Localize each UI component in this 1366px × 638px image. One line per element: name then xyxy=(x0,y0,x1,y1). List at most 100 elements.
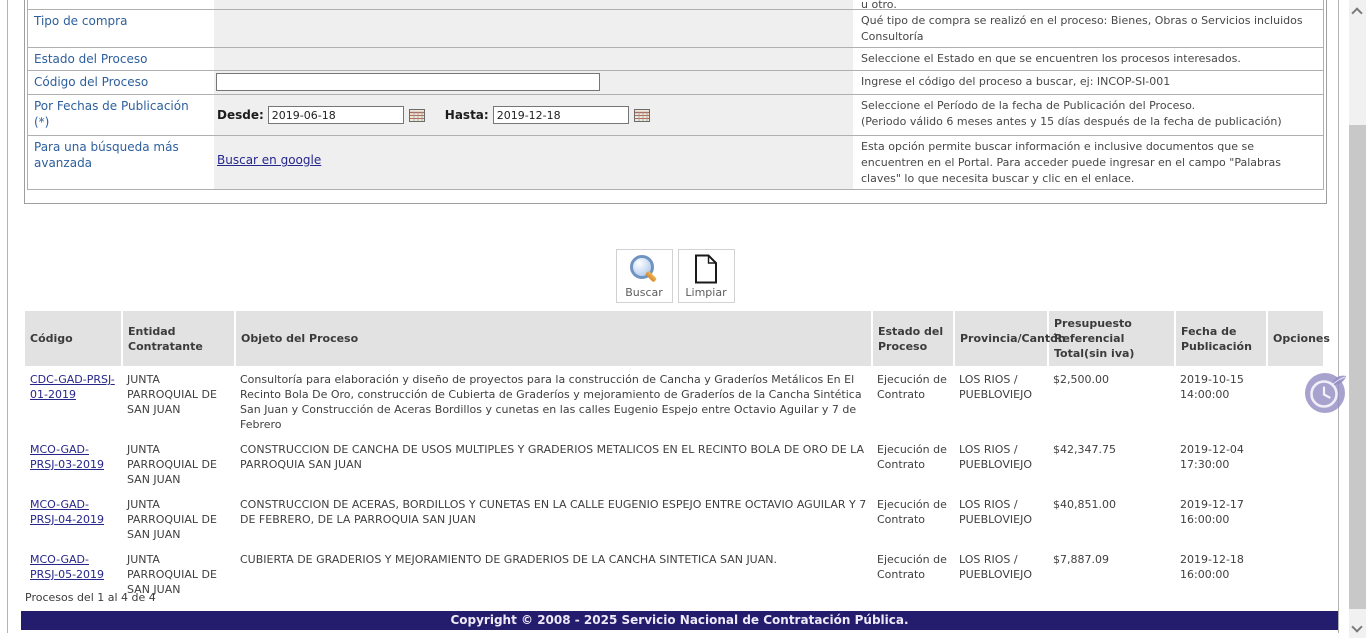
search-icon xyxy=(629,254,659,284)
scroll-up-icon[interactable] xyxy=(1353,7,1361,15)
cell-codigo: CDC-GAD-PRSJ-01-2019 xyxy=(25,366,122,436)
cell-presupuesto: $42,347.75 xyxy=(1048,436,1175,491)
process-link[interactable]: MCO-GAD-PRSJ-04-2019 xyxy=(30,498,104,526)
google-search-link[interactable]: Buscar en google xyxy=(217,153,321,167)
search-form-table: u otro. Tipo de compra Qué tipo de compr… xyxy=(27,0,1324,190)
cell-provincia: LOS RIOS / PUEBLOVIEJO xyxy=(954,436,1048,491)
header-provincia: Provincia/Cantón xyxy=(954,311,1048,366)
results-summary: Procesos del 1 al 4 de 4 xyxy=(25,591,156,604)
results-table: Código Entidad Contratante Objeto del Pr… xyxy=(25,311,1323,601)
form-label-fechas: Por Fechas de Publicación (*) xyxy=(28,95,214,135)
cell-entidad: JUNTA PARROQUIAL DE SAN JUAN xyxy=(122,491,235,546)
footer-copyright: Copyright © 2008 - 2025 Servicio Naciona… xyxy=(21,611,1338,630)
form-label-cell xyxy=(28,0,214,9)
header-entidad: Entidad Contratante xyxy=(122,311,235,366)
form-row-estado-proceso: Estado del Proceso Seleccione el Estado … xyxy=(28,48,1323,71)
scrollbar-thumb[interactable] xyxy=(1349,125,1366,609)
process-link[interactable]: MCO-GAD-PRSJ-03-2019 xyxy=(30,443,104,471)
process-link[interactable]: CDC-GAD-PRSJ-01-2019 xyxy=(30,373,115,401)
clock-leaf-icon xyxy=(1304,370,1350,416)
form-input-cell-tipo-compra xyxy=(214,10,853,47)
table-row: MCO-GAD-PRSJ-04-2019 JUNTA PARROQUIAL DE… xyxy=(25,491,1323,546)
process-link[interactable]: MCO-GAD-PRSJ-05-2019 xyxy=(30,553,104,581)
cell-codigo: MCO-GAD-PRSJ-04-2019 xyxy=(25,491,122,546)
form-desc-codigo-proceso: Ingrese el código del proceso a buscar, … xyxy=(853,71,1323,94)
session-timer-widget[interactable] xyxy=(1304,370,1350,416)
form-desc-fechas-line2: (Periodo válido 6 meses antes y 15 días … xyxy=(861,114,1315,130)
desde-calendar-icon[interactable] xyxy=(409,109,425,122)
cell-entidad: JUNTA PARROQUIAL DE SAN JUAN xyxy=(122,366,235,436)
cell-estado: Ejecución de Contrato xyxy=(872,436,954,491)
form-label-fechas-suffix: (*) xyxy=(34,115,49,129)
form-row-busqueda-avanzada: Para una búsqueda más avanzada Buscar en… xyxy=(28,136,1323,190)
hasta-calendar-icon[interactable] xyxy=(634,109,650,122)
cell-presupuesto: $2,500.00 xyxy=(1048,366,1175,436)
cell-opciones xyxy=(1267,491,1323,546)
content-right-border xyxy=(1338,0,1339,633)
header-estado: Estado del Proceso xyxy=(872,311,954,366)
cell-presupuesto: $7,887.09 xyxy=(1048,546,1175,601)
procurement-search-page: u otro. Tipo de compra Qué tipo de compr… xyxy=(0,0,1366,638)
desde-label: Desde: xyxy=(217,108,264,122)
limpiar-button-label: Limpiar xyxy=(685,286,726,299)
cell-presupuesto: $40,851.00 xyxy=(1048,491,1175,546)
cell-estado: Ejecución de Contrato xyxy=(872,491,954,546)
form-desc-fechas-line1: Seleccione el Período de la fecha de Pub… xyxy=(861,98,1315,114)
form-desc-fechas: Seleccione el Período de la fecha de Pub… xyxy=(853,95,1323,135)
form-input-cell-estado-proceso xyxy=(214,48,853,70)
hasta-date-input[interactable] xyxy=(493,106,629,124)
form-input-cell-fechas: Desde: xyxy=(214,95,853,135)
process-code-input[interactable] xyxy=(216,73,600,91)
form-label-fechas-text: Por Fechas de Publicación xyxy=(34,99,189,113)
cell-entidad: JUNTA PARROQUIAL DE SAN JUAN xyxy=(122,436,235,491)
table-row: MCO-GAD-PRSJ-05-2019 JUNTA PARROQUIAL DE… xyxy=(25,546,1323,601)
vertical-scrollbar[interactable] xyxy=(1349,0,1366,638)
form-input-cell xyxy=(214,0,853,9)
content-left-border xyxy=(7,0,8,633)
cell-fecha: 2019-12-17 16:00:00 xyxy=(1175,491,1267,546)
cell-opciones xyxy=(1267,436,1323,491)
form-label-busqueda-avanzada: Para una búsqueda más avanzada xyxy=(28,136,214,189)
cell-objeto: CUBIERTA DE GRADERIOS Y MEJORAMIENTO DE … xyxy=(235,546,872,601)
table-row: CDC-GAD-PRSJ-01-2019 JUNTA PARROQUIAL DE… xyxy=(25,366,1323,436)
search-form-panel: u otro. Tipo de compra Qué tipo de compr… xyxy=(24,0,1327,204)
buscar-button[interactable]: Buscar xyxy=(616,249,673,303)
cell-provincia: LOS RIOS / PUEBLOVIEJO xyxy=(954,366,1048,436)
cell-provincia: LOS RIOS / PUEBLOVIEJO xyxy=(954,546,1048,601)
date-range-bar: Desde: xyxy=(214,95,853,135)
form-row-codigo-proceso: Código del Proceso Ingrese el código del… xyxy=(28,71,1323,95)
form-desc-busqueda-avanzada: Esta opción permite buscar información e… xyxy=(853,136,1323,189)
form-desc-tipo-compra: Qué tipo de compra se realizó en el proc… xyxy=(853,10,1323,47)
cell-objeto: Consultoría para elaboración y diseño de… xyxy=(235,366,872,436)
hasta-label: Hasta: xyxy=(445,108,489,122)
form-input-cell-codigo-proceso xyxy=(214,71,853,94)
form-row-fechas: Por Fechas de Publicación (*) Desde: xyxy=(28,95,1323,136)
header-objeto: Objeto del Proceso xyxy=(235,311,872,366)
form-label-codigo-proceso: Código del Proceso xyxy=(28,71,214,94)
action-buttons: Buscar Limpiar xyxy=(0,249,1350,303)
blank-document-icon xyxy=(691,254,721,284)
form-row-tipo-compra: Tipo de compra Qué tipo de compra se rea… xyxy=(28,10,1323,48)
desde-date-input[interactable] xyxy=(268,106,404,124)
header-presupuesto: Presupuesto Referencial Total(sin iva) xyxy=(1048,311,1175,366)
cell-provincia: LOS RIOS / PUEBLOVIEJO xyxy=(954,491,1048,546)
scroll-down-icon[interactable] xyxy=(1353,623,1361,631)
header-fecha: Fecha de Publicación xyxy=(1175,311,1267,366)
limpiar-button[interactable]: Limpiar xyxy=(678,249,735,303)
table-row: MCO-GAD-PRSJ-03-2019 JUNTA PARROQUIAL DE… xyxy=(25,436,1323,491)
cell-estado: Ejecución de Contrato xyxy=(872,546,954,601)
cell-fecha: 2019-10-15 14:00:00 xyxy=(1175,366,1267,436)
cell-opciones xyxy=(1267,546,1323,601)
cell-fecha: 2019-12-18 16:00:00 xyxy=(1175,546,1267,601)
form-input-cell-busqueda-avanzada: Buscar en google xyxy=(214,136,853,189)
cell-objeto: CONSTRUCCION DE ACERAS, BORDILLOS Y CUNE… xyxy=(235,491,872,546)
cell-fecha: 2019-12-04 17:30:00 xyxy=(1175,436,1267,491)
form-desc-partial: u otro. xyxy=(853,0,1323,9)
form-row-partial: u otro. xyxy=(28,0,1323,10)
cell-objeto: CONSTRUCCION DE CANCHA DE USOS MULTIPLES… xyxy=(235,436,872,491)
cell-codigo: MCO-GAD-PRSJ-03-2019 xyxy=(25,436,122,491)
form-label-tipo-compra: Tipo de compra xyxy=(28,10,214,47)
header-codigo: Código xyxy=(25,311,122,366)
header-opciones: Opciones xyxy=(1267,311,1323,366)
cell-estado: Ejecución de Contrato xyxy=(872,366,954,436)
